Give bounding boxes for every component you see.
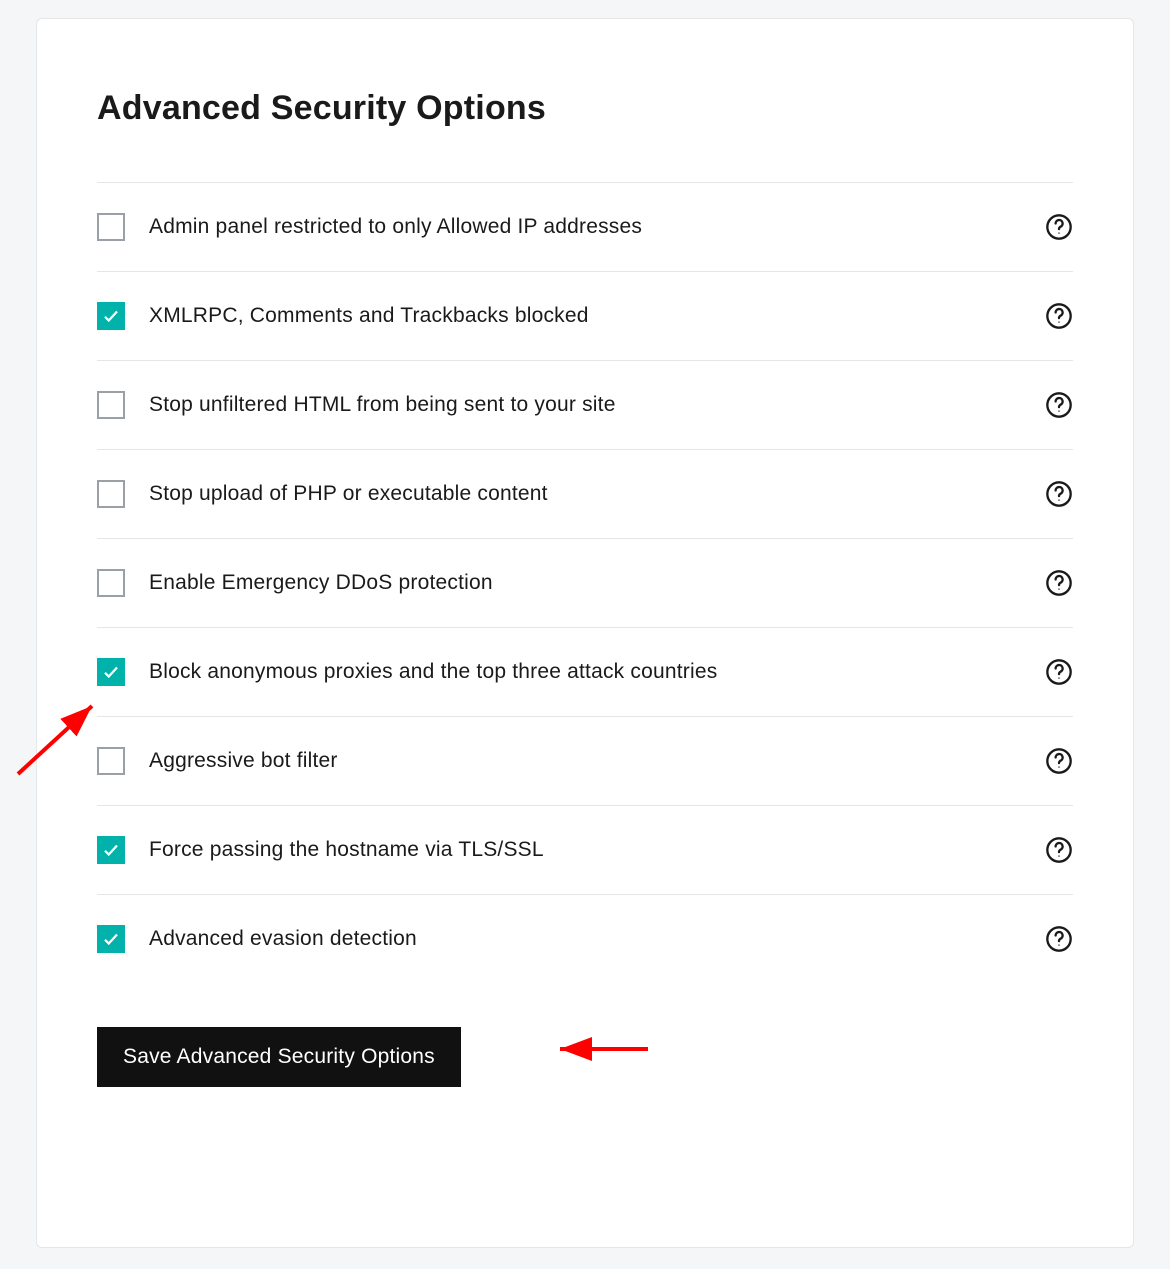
help-icon[interactable] [1045,925,1073,953]
help-icon[interactable] [1045,302,1073,330]
checkbox-stop-upload-exec[interactable] [97,480,125,508]
help-icon[interactable] [1045,391,1073,419]
option-label: XMLRPC, Comments and Trackbacks blocked [149,304,589,328]
security-options-card: Advanced Security Options Admin panel re… [36,18,1134,1248]
help-icon[interactable] [1045,569,1073,597]
option-label: Force passing the hostname via TLS/SSL [149,838,544,862]
option-row-restrict-admin-ip: Admin panel restricted to only Allowed I… [97,182,1073,271]
option-label: Enable Emergency DDoS protection [149,571,493,595]
option-label: Admin panel restricted to only Allowed I… [149,215,642,239]
checkbox-stop-unfiltered-html[interactable] [97,391,125,419]
option-left: Enable Emergency DDoS protection [97,569,493,597]
option-left: Block anonymous proxies and the top thre… [97,658,717,686]
option-row-stop-upload-exec: Stop upload of PHP or executable content [97,449,1073,538]
checkbox-aggressive-bot-filter[interactable] [97,747,125,775]
checkbox-force-hostname-tls[interactable] [97,836,125,864]
option-label: Block anonymous proxies and the top thre… [149,660,717,684]
option-row-emergency-ddos: Enable Emergency DDoS protection [97,538,1073,627]
option-row-stop-unfiltered-html: Stop unfiltered HTML from being sent to … [97,360,1073,449]
option-left: Aggressive bot filter [97,747,338,775]
option-left: Stop upload of PHP or executable content [97,480,548,508]
checkbox-restrict-admin-ip[interactable] [97,213,125,241]
options-list: Admin panel restricted to only Allowed I… [97,182,1073,983]
help-icon[interactable] [1045,213,1073,241]
option-label: Aggressive bot filter [149,749,338,773]
checkbox-emergency-ddos[interactable] [97,569,125,597]
help-icon[interactable] [1045,480,1073,508]
option-left: Advanced evasion detection [97,925,417,953]
option-label: Stop unfiltered HTML from being sent to … [149,393,616,417]
checkbox-block-anon-proxies[interactable] [97,658,125,686]
checkbox-advanced-evasion[interactable] [97,925,125,953]
save-button[interactable]: Save Advanced Security Options [97,1027,461,1087]
option-row-force-hostname-tls: Force passing the hostname via TLS/SSL [97,805,1073,894]
option-label: Stop upload of PHP or executable content [149,482,548,506]
checkbox-block-xmlrpc[interactable] [97,302,125,330]
help-icon[interactable] [1045,747,1073,775]
option-left: XMLRPC, Comments and Trackbacks blocked [97,302,589,330]
option-row-aggressive-bot-filter: Aggressive bot filter [97,716,1073,805]
option-left: Force passing the hostname via TLS/SSL [97,836,544,864]
option-left: Stop unfiltered HTML from being sent to … [97,391,616,419]
page-title: Advanced Security Options [97,89,1073,128]
option-label: Advanced evasion detection [149,927,417,951]
help-icon[interactable] [1045,836,1073,864]
help-icon[interactable] [1045,658,1073,686]
option-left: Admin panel restricted to only Allowed I… [97,213,642,241]
option-row-advanced-evasion: Advanced evasion detection [97,894,1073,983]
option-row-block-xmlrpc: XMLRPC, Comments and Trackbacks blocked [97,271,1073,360]
option-row-block-anon-proxies: Block anonymous proxies and the top thre… [97,627,1073,716]
